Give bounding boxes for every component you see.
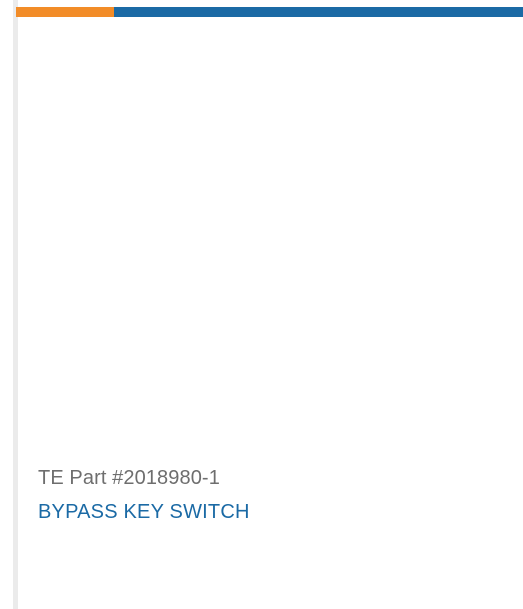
accent-bar-orange-segment xyxy=(16,7,114,17)
product-card-page: TE Part #2018980-1 BYPASS KEY SWITCH xyxy=(0,0,523,609)
product-title-link[interactable]: BYPASS KEY SWITCH xyxy=(38,501,250,524)
accent-bar-blue-segment xyxy=(114,7,523,17)
part-number: TE Part #2018980-1 xyxy=(38,467,220,489)
product-image-area[interactable] xyxy=(18,17,523,437)
card-accent-bar xyxy=(16,7,523,17)
product-card[interactable]: TE Part #2018980-1 BYPASS KEY SWITCH xyxy=(18,17,523,609)
